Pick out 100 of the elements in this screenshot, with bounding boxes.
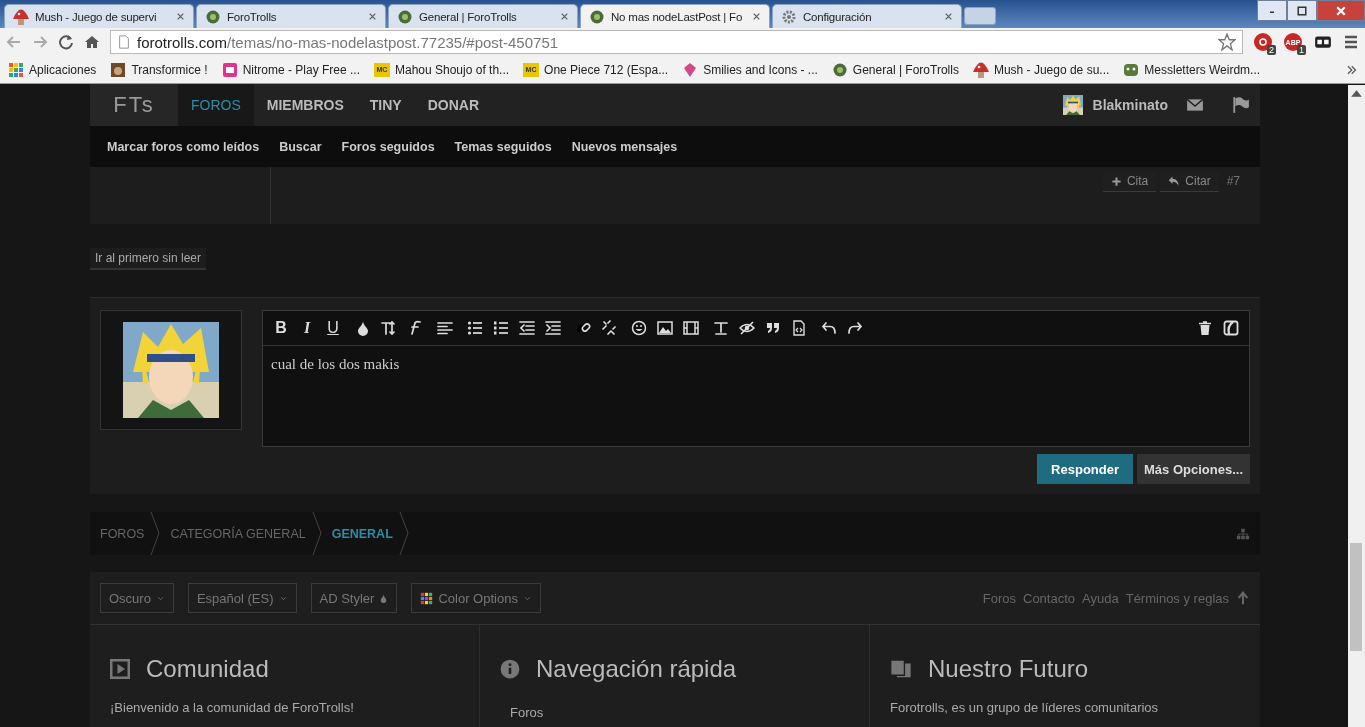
- browser-tab[interactable]: ForoTrolls: [196, 4, 386, 28]
- back-icon: [6, 34, 22, 50]
- code-file-icon: [791, 320, 807, 336]
- info-icon: [500, 659, 520, 679]
- format-button[interactable]: B: [273, 319, 289, 337]
- nav-link[interactable]: Buscar: [279, 139, 322, 154]
- menu-icon: [1343, 34, 1359, 50]
- gear-icon: [781, 8, 797, 25]
- back-to-top-icon: [1236, 591, 1250, 605]
- numbered-list-icon: [493, 320, 509, 336]
- scrollbar[interactable]: [1348, 85, 1365, 727]
- site-logo[interactable]: FTs: [90, 84, 178, 126]
- count-badge: 1: [1297, 45, 1306, 55]
- unread-button[interactable]: Ir al primero sin leer: [90, 248, 207, 270]
- font-size-icon: [381, 320, 397, 336]
- format-button[interactable]: U: [325, 319, 341, 337]
- unlink-icon: [601, 320, 617, 336]
- monster-icon: [1123, 61, 1140, 78]
- browser-tab[interactable]: No mas nodeLastPost | Fo: [580, 4, 770, 28]
- mask-icon: [1314, 33, 1332, 51]
- site-icon: [205, 8, 221, 25]
- section-heading: Comunidad: [146, 655, 269, 683]
- close-icon: [944, 12, 953, 21]
- bookmark[interactable]: Nitrome - Play Free ...: [221, 61, 360, 78]
- star-icon: [1218, 33, 1236, 51]
- toggle-source-icon: [1223, 320, 1239, 336]
- message-editor[interactable]: B I U cual de los dos makis: [262, 310, 1250, 447]
- bookmark[interactable]: Smilies and Icons - ...: [682, 61, 818, 78]
- style-selector[interactable]: Color Options: [411, 583, 541, 613]
- close-icon: [176, 12, 185, 21]
- plus-icon: [1110, 175, 1122, 187]
- close-icon: [368, 12, 377, 21]
- mushroom-icon: [13, 8, 29, 25]
- quote-icon: [765, 320, 781, 336]
- address-bar[interactable]: forotrolls.com/temas/no-mas-nodelastpost.77235/#post-450751: [110, 30, 1243, 54]
- format-button[interactable]: I: [299, 319, 315, 337]
- clear-format-icon: [713, 320, 729, 336]
- nav-link[interactable]: Foros seguidos: [341, 139, 435, 154]
- nav-tab[interactable]: MIEMBROS: [253, 84, 357, 126]
- reply-button[interactable]: Responder: [1037, 454, 1133, 484]
- bookmark[interactable]: Messletters Weirdm...: [1123, 61, 1261, 78]
- browser-tab[interactable]: General | ForoTrolls: [388, 4, 578, 28]
- reload-icon: [58, 34, 74, 50]
- breadcrumb-item[interactable]: GENERAL: [321, 512, 409, 555]
- nitrome-icon: [221, 61, 238, 78]
- message-text: cual de los dos makis: [270, 355, 401, 374]
- style-selector[interactable]: Oscuro: [100, 583, 174, 613]
- bookmark[interactable]: Transformice !: [110, 61, 208, 78]
- section-link[interactable]: Foros: [500, 705, 849, 720]
- undo-icon: [821, 320, 837, 336]
- flag-icon: [1232, 96, 1250, 114]
- bookmark[interactable]: General | ForoTrolls: [831, 61, 959, 78]
- mouse-icon: [110, 61, 127, 78]
- nav-tab[interactable]: FOROS: [178, 84, 254, 126]
- scroll-thumb[interactable]: [1350, 543, 1362, 651]
- post-number[interactable]: #7: [1222, 171, 1244, 191]
- drop-icon: [379, 593, 389, 603]
- url-host: forotrolls.com: [137, 33, 228, 51]
- username-link[interactable]: Blakminato: [1092, 97, 1168, 113]
- browser-tab[interactable]: Mush - Juego de supervi: [4, 4, 194, 28]
- mail-icon: [1186, 96, 1204, 114]
- bookmark[interactable]: Aplicaciones: [8, 61, 97, 78]
- apps-icon: [8, 61, 24, 78]
- close-icon: [752, 12, 761, 21]
- chevron-icon: [398, 512, 409, 555]
- align-left-icon: [437, 320, 453, 336]
- chevron-icon: [311, 512, 322, 555]
- maximize-icon: [1296, 4, 1308, 17]
- new-tab-button[interactable]: [964, 7, 996, 25]
- url-path: /temas/no-mas-nodelastpost.77235/#post-450751: [227, 33, 559, 51]
- browser-tab[interactable]: Configuración: [772, 4, 962, 28]
- nav-tab[interactable]: TINY: [356, 84, 415, 126]
- nav-link[interactable]: Temas seguidos: [454, 139, 552, 154]
- text-color-icon: [355, 320, 371, 336]
- section-text: Forotrolls, es un grupo de líderes comunitarios: [890, 700, 1160, 715]
- style-selector[interactable]: Español (ES): [187, 583, 297, 613]
- close-icon: [560, 12, 569, 21]
- gem-icon: [682, 61, 699, 78]
- redo-icon: [847, 320, 863, 336]
- forward-icon: [32, 34, 48, 50]
- hidden-eye-icon: [739, 320, 755, 336]
- mushroom-icon: [972, 61, 989, 78]
- indent-icon: [545, 320, 561, 336]
- chevron-icon: [150, 512, 161, 555]
- nav-link[interactable]: Marcar foros como leídos: [107, 139, 260, 154]
- bookmark[interactable]: Mush - Juego de su...: [972, 61, 1110, 78]
- film-icon: [683, 320, 699, 336]
- style-selector[interactable]: AD Styler: [310, 583, 398, 613]
- more-icon: [1345, 63, 1357, 76]
- maximize-button[interactable]: [1287, 0, 1317, 21]
- sitemap-icon: [1236, 526, 1250, 541]
- more-options-button[interactable]: Más Opciones...: [1137, 454, 1250, 484]
- count-badge: 2: [1267, 45, 1276, 55]
- image-icon: [657, 320, 673, 336]
- section-heading: Nuestro Futuro: [928, 655, 1089, 683]
- play-icon: [110, 659, 130, 679]
- nav-link[interactable]: Nuevos mensajes: [571, 139, 678, 154]
- close-button[interactable]: [1317, 0, 1365, 21]
- trash-icon: [1197, 320, 1213, 336]
- nav-tab[interactable]: DONAR: [414, 84, 492, 126]
